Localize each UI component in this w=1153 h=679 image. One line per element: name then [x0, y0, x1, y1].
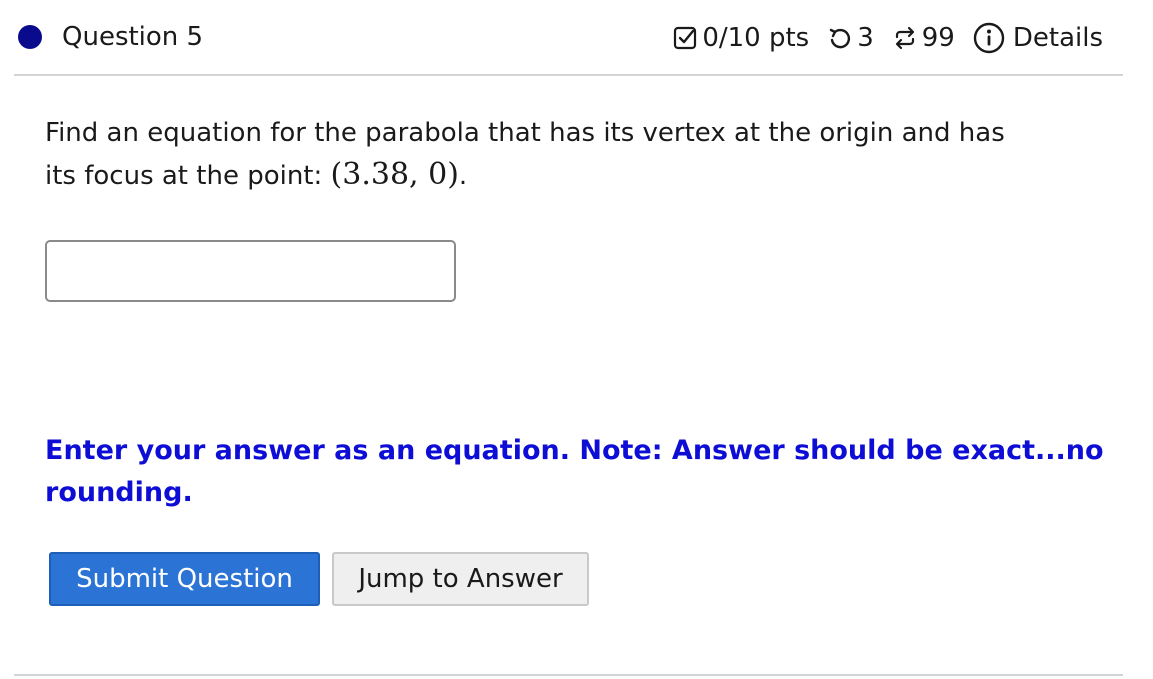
tries-count: 99	[921, 23, 955, 53]
jump-to-answer-button[interactable]: Jump to Answer	[332, 552, 589, 606]
footer-divider	[14, 674, 1123, 676]
score-group: 0/10 pts	[672, 23, 809, 53]
submit-question-button[interactable]: Submit Question	[49, 552, 320, 606]
question-text: Find an equation for the parabola that h…	[45, 118, 1005, 191]
question-header: Question 5 0/10 pts 3 99 Details	[14, 0, 1123, 76]
details-link[interactable]: Details	[973, 22, 1103, 54]
question-meta: 0/10 pts 3 99 Details	[672, 18, 1103, 58]
retry-icon	[892, 25, 918, 51]
question-status-dot	[18, 25, 42, 49]
question-trailing: .	[458, 161, 468, 191]
focus-point-math: (3.38, 0)	[330, 157, 459, 192]
question-prompt: Find an equation for the parabola that h…	[45, 112, 1005, 197]
checkbox-icon	[672, 25, 698, 51]
score-text: 0/10 pts	[702, 23, 810, 53]
attempts-group: 3	[827, 23, 874, 53]
tries-group: 99	[892, 23, 955, 53]
answer-format-note: Enter your answer as an equation. Note: …	[45, 435, 1104, 508]
info-icon[interactable]	[973, 22, 1005, 54]
answer-input[interactable]	[45, 240, 456, 302]
attempts-count: 3	[857, 23, 874, 53]
details-label[interactable]: Details	[1013, 23, 1103, 53]
undo-icon	[827, 25, 853, 51]
question-title: Question 5	[62, 22, 204, 52]
